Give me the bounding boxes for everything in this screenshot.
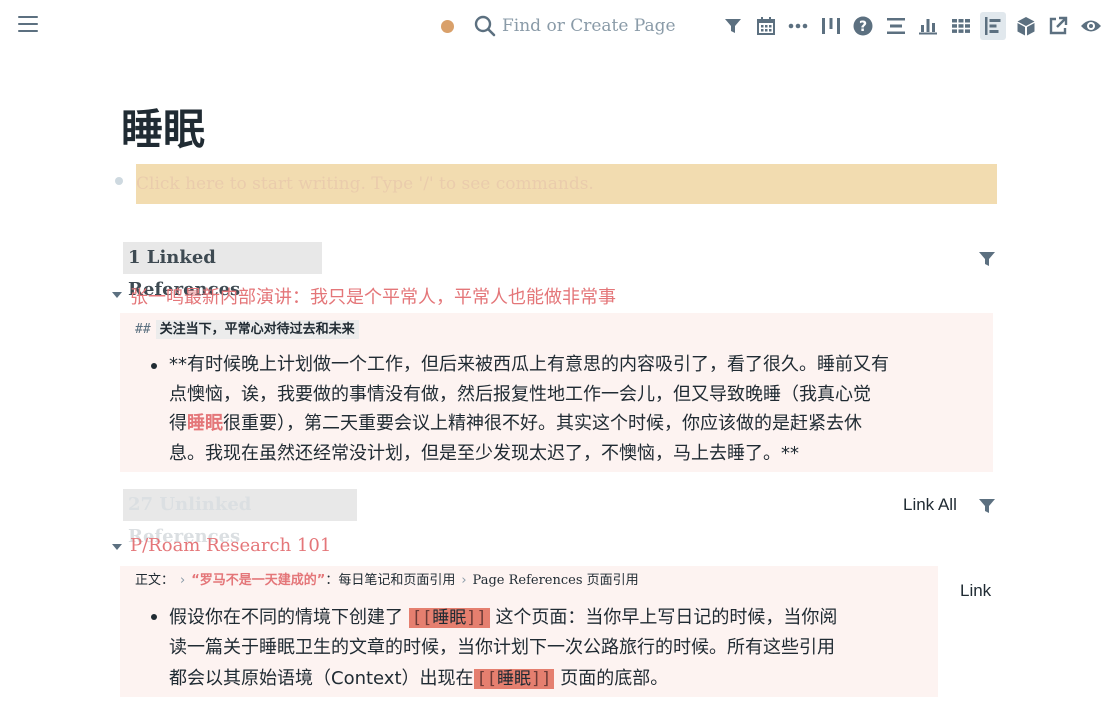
- bracket-text: [[: [476, 668, 497, 689]
- open-external-button[interactable]: [1045, 12, 1071, 40]
- unlinked-references-header[interactable]: 27 Unlinked References: [123, 489, 357, 547]
- text-segment: 都会以其原始语境（Context）出现在: [169, 667, 474, 689]
- filter-icon: [725, 19, 741, 33]
- svg-text:?: ?: [859, 19, 867, 35]
- chevron-right-icon: ›: [180, 573, 186, 588]
- highlighted-reference[interactable]: 睡眠: [187, 413, 223, 434]
- page-reference[interactable]: [[睡眠]]: [473, 668, 555, 689]
- breadcrumb-item[interactable]: 关注当下，平常心对待过去和未来: [155, 320, 359, 339]
- chart-button[interactable]: [915, 12, 941, 40]
- align-button[interactable]: [883, 12, 909, 40]
- table-button[interactable]: [948, 12, 974, 40]
- linked-filter-icon[interactable]: [978, 250, 996, 268]
- breadcrumb-item[interactable]: Page References 页面引用: [473, 573, 639, 588]
- text-line: 假设你在不同的情境下创建了 [[睡眠]] 这个页面：当你早上写日记的时候，当你阅: [169, 603, 837, 633]
- sidebar-icon: [985, 17, 1001, 35]
- text-line: 息。我现在虽然还经常没计划，但是至少发现太迟了，不懊恼，马上去睡了。**: [169, 442, 799, 464]
- table-icon: [951, 19, 970, 33]
- link-button[interactable]: Link: [960, 581, 991, 601]
- text-segment: 得: [169, 413, 187, 434]
- page-reference[interactable]: [[睡眠]]: [408, 608, 490, 628]
- calendar-icon: [756, 17, 775, 35]
- more-icon: [788, 23, 808, 29]
- search-input[interactable]: [502, 13, 682, 39]
- sidebar-toggle-button[interactable]: [980, 12, 1006, 40]
- unlinked-filter-icon[interactable]: [978, 497, 996, 515]
- top-bar: ?: [0, 0, 1120, 52]
- bar-chart-icon: [919, 19, 937, 35]
- collapse-caret-icon[interactable]: [112, 544, 122, 550]
- align-icon: [886, 18, 905, 34]
- text-line: 点懊恼，诶，我要做的事情没有做，然后报复性地工作一会儿，但又导致晚睡（我真心觉: [169, 383, 871, 405]
- unlinked-reference-block: 正文： › “罗马不是一天建成的”：每日笔记和页面引用 › Page Reference…: [120, 566, 938, 697]
- page-title[interactable]: 睡眠: [121, 96, 205, 157]
- breadcrumb[interactable]: ## 关注当下，平常心对待过去和未来: [135, 319, 359, 341]
- cube-icon: [1017, 17, 1034, 36]
- help-button[interactable]: ?: [850, 12, 876, 40]
- block-bullet[interactable]: [151, 614, 157, 620]
- text-line: 得睡眠很重要），第二天重要会议上精神很不好。其实这个时候，你应该做的是赶紧去休: [169, 409, 889, 439]
- chevron-right-icon: ›: [461, 573, 467, 588]
- reference-word: 睡眠: [497, 668, 531, 689]
- bracket-text: ]]: [466, 608, 487, 628]
- block-bullet[interactable]: [151, 363, 157, 369]
- sync-status-indicator: [441, 20, 454, 33]
- heading-marker: ##: [135, 322, 151, 337]
- text-line: **有时候晚上计划做一个工作，但后来被西瓜上有意思的内容吸引了，看了很久。睡前又…: [169, 354, 889, 375]
- text-segment: 页面的底部。: [560, 667, 669, 689]
- collapse-caret-icon[interactable]: [112, 292, 122, 298]
- kanban-button[interactable]: [818, 12, 844, 40]
- breadcrumb: 正文： › “罗马不是一天建成的”：每日笔记和页面引用 › Page Reference…: [135, 571, 639, 591]
- text-line: 都会以其原始语境（Context）出现在 [[睡眠]] 页面的底部。: [169, 664, 837, 694]
- search-bar[interactable]: [474, 13, 684, 39]
- bracket-text: [[: [411, 608, 433, 628]
- linked-references-header[interactable]: 1 Linked References: [123, 242, 322, 300]
- referencing-page-title[interactable]: P/Roam Research 101: [130, 535, 331, 556]
- referencing-page-title[interactable]: 张一鸣最新内部演讲：我只是个平常人，平常人也能做非常事: [130, 283, 616, 309]
- more-button[interactable]: [785, 12, 811, 40]
- toolbar: ?: [720, 12, 1110, 40]
- reference-block-text[interactable]: **有时候晚上计划做一个工作，但后来被西瓜上有意思的内容吸引了，看了很久。睡前又…: [169, 350, 889, 468]
- first-block-input[interactable]: Click here to start writing. Type '/' to…: [136, 164, 997, 204]
- text-segment: 假设你在不同的情境下创建了: [169, 607, 403, 628]
- breadcrumb-item[interactable]: ：每日笔记和页面引用: [325, 573, 455, 588]
- text-segment: 这个页面：当你早上写日记的时候，当你阅: [495, 607, 838, 628]
- search-icon: [474, 15, 496, 37]
- bracket-text: ]]: [531, 668, 552, 689]
- breadcrumb-item[interactable]: 正文：: [135, 573, 174, 588]
- filter-button[interactable]: [720, 12, 746, 40]
- text-segment: 很重要），第二天重要会议上精神很不好。其实这个时候，你应该做的是赶紧去休: [223, 413, 862, 434]
- block-bullet[interactable]: [115, 177, 123, 185]
- breadcrumb-item[interactable]: “罗马不是一天建成的”: [191, 573, 325, 588]
- menu-icon[interactable]: [18, 16, 38, 34]
- linked-reference-block: ## 关注当下，平常心对待过去和未来 **有时候晚上计划做一个工作，但后来被西瓜上…: [120, 313, 993, 472]
- text-line: 读一篇关于睡眠卫生的文章的时候，当你计划下一次公路旅行的时候。所有这些引用: [169, 637, 835, 659]
- external-link-icon: [1049, 16, 1068, 35]
- view-button[interactable]: [1078, 12, 1104, 40]
- graph-button[interactable]: [1013, 12, 1039, 40]
- daily-notes-button[interactable]: [753, 12, 779, 40]
- reference-word: 睡眠: [432, 608, 467, 628]
- link-all-button[interactable]: Link All: [903, 495, 957, 515]
- help-icon: ?: [853, 16, 873, 36]
- columns-icon: [821, 18, 840, 34]
- eye-icon: [1080, 20, 1101, 32]
- reference-block-text[interactable]: 假设你在不同的情境下创建了 [[睡眠]] 这个页面：当你早上写日记的时候，当你阅…: [169, 603, 837, 694]
